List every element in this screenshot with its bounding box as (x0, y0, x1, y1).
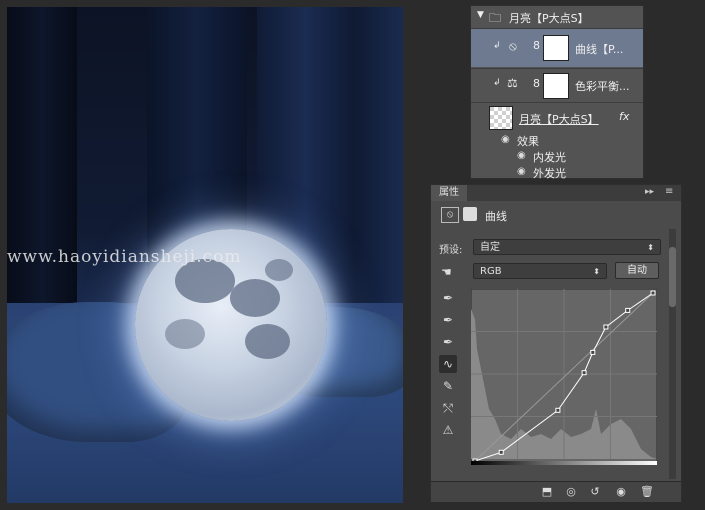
eye-icon[interactable]: ◉ (517, 150, 526, 161)
eyedropper-black-icon[interactable]: ✒ (439, 289, 457, 307)
layer-mask-thumbnail[interactable] (543, 73, 569, 99)
eyedropper-white-icon[interactable]: ✒ (439, 333, 457, 351)
collapse-arrows-icon[interactable]: ▸▸ (645, 187, 654, 197)
channel-value: RGB (480, 266, 502, 277)
curve-control-point[interactable] (555, 407, 561, 413)
smooth-icon[interactable]: ⤲ (439, 399, 457, 417)
effect-inner-glow[interactable]: 内发光 (533, 149, 566, 165)
auto-button[interactable]: 自动 (615, 262, 659, 279)
balance-scale-icon: ⚖ (507, 76, 518, 90)
clip-arrow-icon: ↲ (493, 78, 501, 88)
curve-control-point[interactable] (625, 307, 631, 313)
layers-panel: ▼ 🗀 月亮【P大点S】 ↲ ⦸ 8 曲线【P... ↲ ⚖ 8 色彩平衡...… (470, 5, 644, 181)
layer-name: 曲线【P... (575, 43, 624, 56)
adjustment-title: 曲线 (485, 210, 507, 223)
moon-mare (165, 319, 205, 349)
chain-link-icon[interactable]: 8 (533, 39, 540, 52)
curve-control-point[interactable] (603, 324, 609, 330)
panel-tab-bar: 属性 ▸▸ ≡ (431, 185, 681, 201)
reset-icon[interactable]: ↺ (587, 485, 603, 499)
curtain-left (7, 7, 77, 317)
preset-value: 自定 (480, 242, 500, 253)
eyedropper-gray-icon[interactable]: ✒ (439, 311, 457, 329)
moon-mare (230, 279, 280, 317)
properties-panel: 属性 ▸▸ ≡ ⦸ 曲线 预设: 自定 ⬍ ☚ RGB ⬍ 自动 ✒ ✒ ✒ ∿… (430, 184, 682, 502)
document-canvas[interactable]: www.haoyidiansheji.com (7, 7, 403, 503)
mask-icon[interactable] (463, 207, 477, 221)
channel-select[interactable]: RGB ⬍ (473, 263, 607, 279)
trash-icon[interactable]: 🗑 (639, 485, 655, 499)
layer-group-name: 月亮【P大点S】 (509, 12, 589, 25)
preset-select[interactable]: 自定 ⬍ (473, 239, 661, 255)
layer-name: 月亮【P大点S】 (519, 113, 599, 126)
curves-graph[interactable] (471, 289, 657, 465)
curve-control-point[interactable] (650, 290, 656, 296)
curve-control-point[interactable] (581, 370, 587, 376)
chevron-updown-icon: ⬍ (647, 243, 654, 252)
scrollbar-thumb[interactable] (669, 247, 676, 307)
scrollbar[interactable] (669, 229, 676, 479)
layer-row-color-balance[interactable]: ↲ ⚖ 8 色彩平衡... (471, 68, 643, 102)
layer-thumbnail[interactable] (489, 106, 513, 130)
panel-menu-icon[interactable]: ≡ (665, 186, 673, 197)
preset-label: 预设: (439, 245, 463, 256)
clip-arrow-icon: ↲ (493, 41, 501, 51)
eye-icon[interactable]: ◉ (501, 134, 510, 145)
panel-footer: ⬒ ◎ ↺ ◉ 🗑 (431, 481, 681, 502)
layer-group-row[interactable]: ▼ 🗀 月亮【P大点S】 (471, 6, 643, 29)
curves-adjustment-icon: ⦸ (509, 39, 517, 53)
folder-icon: 🗀 (489, 11, 502, 25)
effects-label: 效果 (517, 135, 539, 148)
curve-edit-icon[interactable]: ∿ (439, 355, 457, 373)
layer-mask-thumbnail[interactable] (543, 35, 569, 61)
pencil-icon[interactable]: ✎ (439, 377, 457, 395)
clip-to-layer-icon[interactable]: ⬒ (539, 485, 555, 499)
expand-triangle-icon[interactable]: ▼ (477, 10, 484, 20)
chevron-updown-icon: ⬍ (593, 267, 600, 276)
watermark-text: www.haoyidiansheji.com (7, 247, 242, 267)
clipping-warning-icon[interactable]: ⚠ (439, 421, 457, 439)
curve-control-point[interactable] (590, 349, 596, 355)
eye-icon[interactable]: ◉ (517, 166, 526, 177)
eye-icon[interactable]: ◉ (613, 485, 629, 499)
layer-name: 色彩平衡... (575, 80, 630, 93)
hand-adjust-icon[interactable]: ☚ (441, 265, 452, 279)
curves-adjustment-icon[interactable]: ⦸ (441, 207, 459, 223)
moon-mare (245, 324, 290, 359)
fx-icon[interactable]: fx (619, 110, 629, 123)
view-previous-icon[interactable]: ◎ (563, 485, 579, 499)
effect-outer-glow[interactable]: 外发光 (533, 165, 566, 181)
layer-row-moon[interactable]: 月亮【P大点S】 fx (471, 102, 643, 133)
tab-properties[interactable]: 属性 (431, 185, 467, 201)
layer-row-curves[interactable]: ↲ ⦸ 8 曲线【P... (471, 29, 643, 67)
chain-link-icon[interactable]: 8 (533, 77, 540, 90)
curve-control-point[interactable] (498, 449, 504, 455)
